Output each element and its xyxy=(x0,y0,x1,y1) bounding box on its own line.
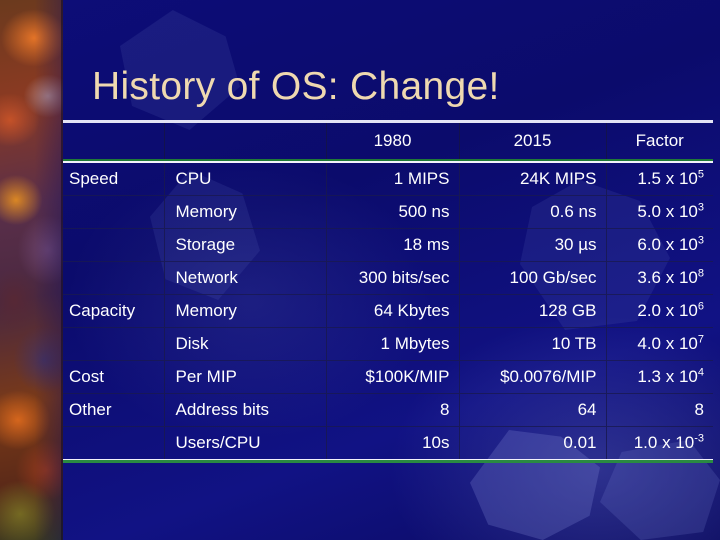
row-category-cell: Speed xyxy=(69,169,119,188)
comparison-table: 1980 2015 Factor xyxy=(63,123,713,159)
factor-base: 1.0 x 10 xyxy=(633,433,695,452)
row-1980-cell: 10s xyxy=(325,426,459,459)
row-1980-cell: 1 Mbytes xyxy=(325,327,459,361)
table-row: Capacity Memory 64 Kbytes 128 GB 2.0 x 106 xyxy=(63,294,713,328)
table-row: Users/CPU 10s 0.01 1.0 x 10-3 xyxy=(63,426,713,459)
factor-exponent: 3 xyxy=(697,234,704,247)
row-2015-cell: 64 xyxy=(458,393,606,427)
row-factor-cell: 8 xyxy=(605,393,713,427)
row-category-cell: Other xyxy=(63,393,164,427)
row-2015-cell: 128 GB xyxy=(458,294,606,328)
row-1980-cell: 18 ms xyxy=(325,228,459,262)
row-2015-cell: 0.6 ns xyxy=(458,195,606,229)
row-factor-cell: 5.0 x 103 xyxy=(605,195,713,229)
row-item-cell: Storage xyxy=(163,228,326,262)
row-1980-cell: $100K/MIP xyxy=(325,360,459,394)
row-category-cell: Capacity xyxy=(63,294,164,328)
table-row: Disk 1 Mbytes 10 TB 4.0 x 107 xyxy=(63,327,713,361)
factor-exponent: 5 xyxy=(697,168,704,181)
header-cell-item xyxy=(163,123,326,159)
factor-base: 1.5 x 10 xyxy=(637,169,698,188)
table-row: Other Address bits 8 64 8 xyxy=(63,393,713,427)
row-category-cell xyxy=(63,195,164,229)
row-2015-cell: 100 Gb/sec xyxy=(458,261,606,295)
factor-exponent: 7 xyxy=(697,333,704,346)
table-bottom-rule xyxy=(63,459,713,463)
row-item-cell: Per MIP xyxy=(163,360,326,394)
comparison-table-body: Speed CPU 1 MIPS 24K MIPS 1.5 x 105 Memory 500… xyxy=(63,163,713,459)
row-2015-cell: 30 µs xyxy=(458,228,606,262)
row-item-cell: Memory xyxy=(163,195,326,229)
factor-base: 2.0 x 10 xyxy=(637,301,698,320)
row-item-cell: Memory xyxy=(163,294,326,328)
row-2015-cell: 24K MIPS xyxy=(458,163,606,196)
row-item-cell: Address bits xyxy=(163,393,326,427)
header-cell-2015: 2015 xyxy=(458,123,606,159)
row-1980-cell: 500 ns xyxy=(325,195,459,229)
slide-canvas: History of OS: Change! 1980 2015 Factor … xyxy=(0,0,720,540)
table-row: Network 300 bits/sec 100 Gb/sec 3.6 x 108 xyxy=(63,261,713,295)
row-item-cell: CPU xyxy=(163,163,326,196)
header-cell-1980: 1980 xyxy=(325,123,459,159)
table-row: Speed CPU 1 MIPS 24K MIPS 1.5 x 105 xyxy=(63,163,713,196)
row-1980-cell: 64 Kbytes xyxy=(325,294,459,328)
table-head: 1980 2015 Factor xyxy=(63,123,713,159)
row-category-cell xyxy=(63,327,164,361)
factor-exponent: -3 xyxy=(694,432,704,445)
factor-base: 1.3 x 10 xyxy=(637,367,698,386)
factor-exponent: 8 xyxy=(697,267,704,280)
row-item-cell: Users/CPU xyxy=(163,426,326,459)
header-cell-factor: Factor xyxy=(605,123,713,159)
table-row: Cost Per MIP $100K/MIP $0.0076/MIP 1.3 x 104 xyxy=(63,360,713,394)
strip-fade-overlay xyxy=(0,0,63,540)
table-body: Speed CPU 1 MIPS 24K MIPS 1.5 x 105 Memory 500… xyxy=(63,163,713,459)
factor-base: 3.6 x 10 xyxy=(637,268,698,287)
row-category-cell xyxy=(63,228,164,262)
table-header-row: 1980 2015 Factor xyxy=(63,123,713,159)
row-1980-cell: 300 bits/sec xyxy=(325,261,459,295)
comparison-table-wrapper: 1980 2015 Factor Speed CPU 1 MIPS 24K MIPS 1… xyxy=(63,120,713,463)
header-cell-category xyxy=(63,123,164,159)
row-1980-cell: 8 xyxy=(325,393,459,427)
row-2015-cell: $0.0076/MIP xyxy=(458,360,606,394)
factor-exponent: 4 xyxy=(697,366,704,379)
row-item-cell: Disk xyxy=(163,327,326,361)
row-2015-cell: 0.01 xyxy=(458,426,606,459)
decorative-side-strip xyxy=(0,0,63,540)
factor-base: 6.0 x 10 xyxy=(637,235,698,254)
row-factor-cell: 6.0 x 103 xyxy=(605,228,713,262)
row-item-cell: Network xyxy=(163,261,326,295)
row-factor-cell: 1.3 x 104 xyxy=(605,360,713,394)
row-category-cell xyxy=(63,261,164,295)
row-2015-cell: 10 TB xyxy=(458,327,606,361)
row-1980-cell: 1 MIPS xyxy=(325,163,459,196)
row-factor-cell: 2.0 x 106 xyxy=(605,294,713,328)
factor-base: 5.0 x 10 xyxy=(637,202,698,221)
row-category-cell: Cost xyxy=(63,360,164,394)
factor-base: 8 xyxy=(694,400,704,419)
row-category-cell xyxy=(63,426,164,459)
row-factor-cell: 1.5 x 105 xyxy=(605,163,713,196)
row-factor-cell: 1.0 x 10-3 xyxy=(605,426,713,459)
row-factor-cell: 4.0 x 107 xyxy=(605,327,713,361)
factor-base: 4.0 x 10 xyxy=(637,334,698,353)
table-row: Memory 500 ns 0.6 ns 5.0 x 103 xyxy=(63,195,713,229)
table-row: Storage 18 ms 30 µs 6.0 x 103 xyxy=(63,228,713,262)
factor-exponent: 3 xyxy=(697,201,704,214)
row-factor-cell: 3.6 x 108 xyxy=(605,261,713,295)
page-title: History of OS: Change! xyxy=(92,65,500,108)
factor-exponent: 6 xyxy=(697,300,704,313)
